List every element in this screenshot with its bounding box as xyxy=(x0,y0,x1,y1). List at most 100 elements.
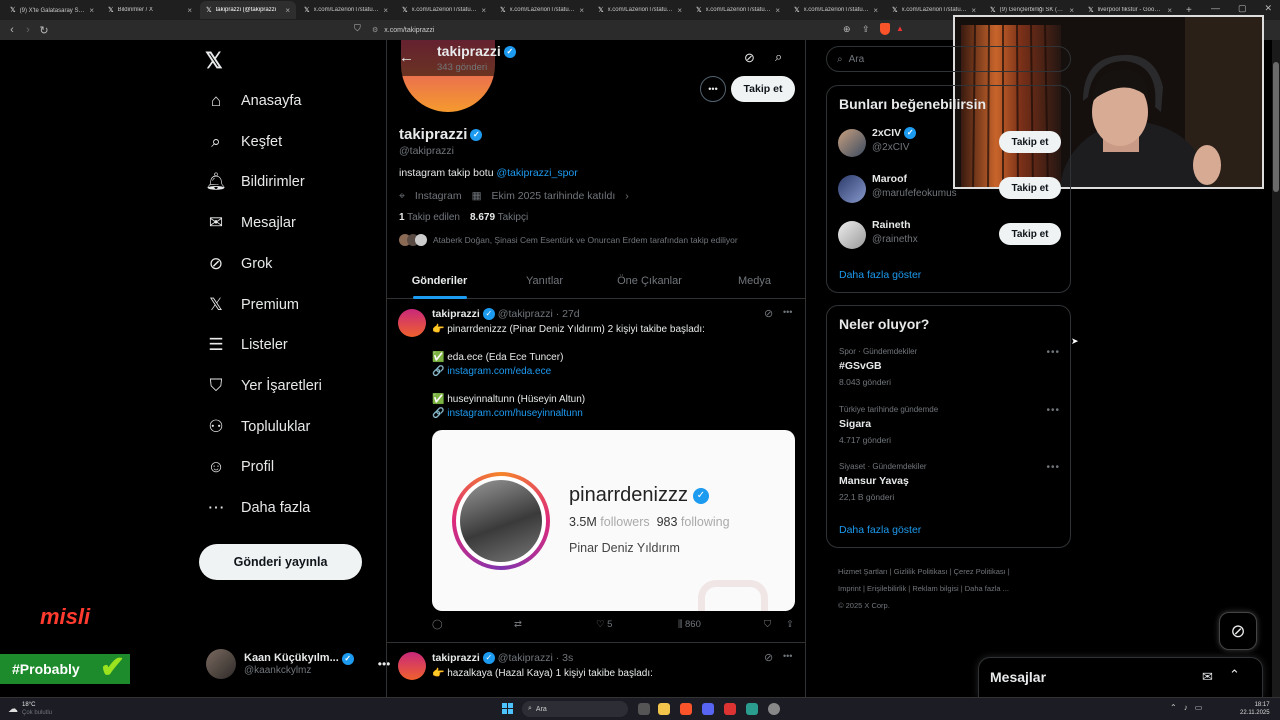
share-icon[interactable]: ⇪ xyxy=(786,619,794,630)
trend-more-icon[interactable]: ••• xyxy=(1046,405,1060,416)
new-tab-icon[interactable]: + xyxy=(1186,5,1192,16)
browser-tab[interactable]: 𝕏x.com/LazerionT/status/19(× xyxy=(494,1,590,19)
tab-close-icon[interactable]: × xyxy=(89,6,94,15)
browser-tab[interactable]: 𝕏x.com/LazerionT/status/19(× xyxy=(788,1,884,19)
followed-by[interactable]: Ataberk Doğan, Şinasi Cem Esentürk ve On… xyxy=(399,234,738,246)
nav-item-bildirimler[interactable]: 🔔︎ Bildirimler xyxy=(205,165,304,199)
views-button[interactable]: ⫼ 860 xyxy=(678,619,764,630)
trend-item[interactable]: Spor · Gündemdekiler #GSvGB 8.043 gönderi •… xyxy=(827,347,1072,397)
tweet[interactable]: takiprazzi ✓ @takiprazzi · 3s ⊘ ••• 👉 haz… xyxy=(387,643,805,697)
reply-icon[interactable]: ◯ xyxy=(432,619,514,630)
suggested-user[interactable]: 2xCIV ✓ @2xCIV Takip et xyxy=(827,126,1072,166)
profile-tab[interactable]: Öne Çıkanlar xyxy=(597,263,702,298)
follow-button[interactable]: Takip et xyxy=(999,223,1061,245)
tweet-more-icon[interactable]: ••• xyxy=(783,651,792,661)
avatar[interactable] xyxy=(838,129,866,157)
tweet-time[interactable]: · 27d xyxy=(556,308,580,320)
nav-item-keşfet[interactable]: ⌕ Keşfet xyxy=(205,125,282,159)
forward-nav-icon[interactable]: › xyxy=(20,24,36,36)
expand-icon[interactable]: ⌃ xyxy=(1229,667,1240,683)
x-logo-icon[interactable]: 𝕏 xyxy=(205,48,223,74)
tab-close-icon[interactable]: × xyxy=(971,6,976,15)
follow-button[interactable]: Takip et xyxy=(999,177,1061,199)
bookmark-icon[interactable]: ⛉ xyxy=(764,619,786,630)
close-window-icon[interactable]: ✕ xyxy=(1264,3,1272,14)
tab-close-icon[interactable]: × xyxy=(383,6,388,15)
app-icon[interactable] xyxy=(724,703,736,715)
zoom-icon[interactable]: ⊕ xyxy=(843,24,851,35)
suggested-user-name[interactable]: Raineth xyxy=(872,219,911,231)
page-scrollbar[interactable] xyxy=(1272,40,1280,697)
avatar[interactable] xyxy=(838,221,866,249)
new-message-icon[interactable]: ✉ xyxy=(1202,669,1213,685)
site-info-icon[interactable]: ⚙ xyxy=(372,26,378,34)
footer-link[interactable]: Gizlilik Politikası xyxy=(894,567,948,576)
post-button[interactable]: Gönderi yayınla xyxy=(199,544,362,580)
tab-close-icon[interactable]: × xyxy=(677,6,682,15)
back-nav-icon[interactable]: ‹ xyxy=(4,24,20,36)
network-icon[interactable]: ▭ xyxy=(1195,703,1203,712)
nav-item-listeler[interactable]: ☰ Listeler xyxy=(205,328,287,362)
nav-item-premium[interactable]: 𝕏 Premium xyxy=(205,288,299,322)
weather-widget[interactable]: ☁ 18°C Çok bulutlu xyxy=(8,701,52,717)
windows-start-icon[interactable] xyxy=(502,703,513,714)
profile-tab[interactable]: Medya xyxy=(702,263,805,298)
nav-item-grok[interactable]: ⊘ Grok xyxy=(205,247,273,281)
browser-tab[interactable]: 𝕏x.com/LazerionT/status/19(× xyxy=(298,1,394,19)
tab-close-icon[interactable]: × xyxy=(1167,6,1172,15)
trend-more-icon[interactable]: ••• xyxy=(1046,347,1060,358)
search-icon[interactable]: ⌕ xyxy=(775,49,782,65)
tweet-author-name[interactable]: takiprazzi xyxy=(432,652,480,664)
tweet-avatar[interactable] xyxy=(398,652,426,680)
file-explorer-icon[interactable] xyxy=(658,703,670,715)
search-box[interactable]: ⌕ Ara xyxy=(826,46,1071,72)
grok-explain-icon[interactable]: ⊘ xyxy=(764,651,773,664)
browser-tab[interactable]: 𝕏x.com/LazerionT/status/19(× xyxy=(592,1,688,19)
maximize-icon[interactable]: ▢ xyxy=(1238,3,1247,14)
bio-link[interactable]: @takiprazzi_spor xyxy=(496,167,577,179)
taskbar-search[interactable]: ⌕ Ara xyxy=(522,701,628,717)
trend-item[interactable]: Siyaset · Gündemdekiler Mansur Yavaş 22,1 … xyxy=(827,462,1072,512)
trend-item[interactable]: Türkiye tarihinde gündemde Sigara 4.717 gö… xyxy=(827,405,1072,455)
clock[interactable]: 18:17 22.11.2025 xyxy=(1240,701,1270,717)
grok-icon[interactable]: ⊘ xyxy=(744,50,755,66)
task-view-icon[interactable] xyxy=(638,703,650,715)
browser-tab[interactable]: 𝕏x.com/LazerionT/status/19(× xyxy=(396,1,492,19)
tweet[interactable]: takiprazzi ✓ @takiprazzi · 27d ⊘ ••• 👉 pi… xyxy=(387,299,805,643)
followers-link[interactable]: 8.679 Takipçi xyxy=(470,212,528,223)
back-arrow-icon[interactable]: ← xyxy=(399,49,414,66)
share-icon[interactable]: ⇪ xyxy=(862,24,870,35)
grok-explain-icon[interactable]: ⊘ xyxy=(764,307,773,320)
more-options-button[interactable]: ••• xyxy=(700,76,726,102)
tab-close-icon[interactable]: × xyxy=(775,6,780,15)
app-icon[interactable] xyxy=(702,703,714,715)
app-icon[interactable] xyxy=(746,703,758,715)
suggested-user[interactable]: Maroof @marufefeokumus Takip et xyxy=(827,172,1072,212)
tweet-author-handle[interactable]: @takiprazzi xyxy=(498,308,553,320)
tweet-more-icon[interactable]: ••• xyxy=(783,307,792,317)
url-text[interactable]: x.com/takiprazzi xyxy=(384,27,434,34)
tab-close-icon[interactable]: × xyxy=(1069,6,1074,15)
account-switcher[interactable]: Kaan Küçükyılm... ✓ @kaankckylmz ••• xyxy=(206,649,390,679)
footer-link[interactable]: Reklam bilgisi xyxy=(912,584,958,593)
brave-browser-icon[interactable] xyxy=(680,703,692,715)
who-to-follow-show-more[interactable]: Daha fazla göster xyxy=(839,269,921,281)
follow-button[interactable]: Takip et xyxy=(999,131,1061,153)
nav-item-topluluklar[interactable]: ⚇ Topluluklar xyxy=(205,410,310,444)
browser-tab[interactable]: 𝕏x.com/LazerionT/status/19(× xyxy=(690,1,786,19)
browser-tab[interactable]: 𝕏takiprazzi (@takiprazzi × xyxy=(200,1,296,19)
browser-tab[interactable]: 𝕏 Bildirimler / X × xyxy=(102,1,198,19)
suggested-user-name[interactable]: Maroof xyxy=(872,173,907,185)
nav-item-anasayfa[interactable]: ⌂ Anasayfa xyxy=(205,84,302,118)
retweet-icon[interactable]: ⇄ xyxy=(514,619,596,630)
tab-close-icon[interactable]: × xyxy=(579,6,584,15)
trend-more-icon[interactable]: ••• xyxy=(1046,462,1060,473)
messages-drawer[interactable]: Mesajlar ✉ ⌃ xyxy=(978,657,1263,697)
tweet-avatar[interactable] xyxy=(398,309,426,337)
tab-close-icon[interactable]: × xyxy=(481,6,486,15)
brave-shield-icon[interactable] xyxy=(880,23,890,35)
follow-button[interactable]: Takip et xyxy=(731,76,795,102)
nav-item-yer-i-şaretleri[interactable]: ⛉ Yer İşaretleri xyxy=(205,369,322,403)
nav-item-mesajlar[interactable]: ✉ Mesajlar xyxy=(205,206,296,240)
footer-link[interactable]: Hizmet Şartları xyxy=(838,567,888,576)
